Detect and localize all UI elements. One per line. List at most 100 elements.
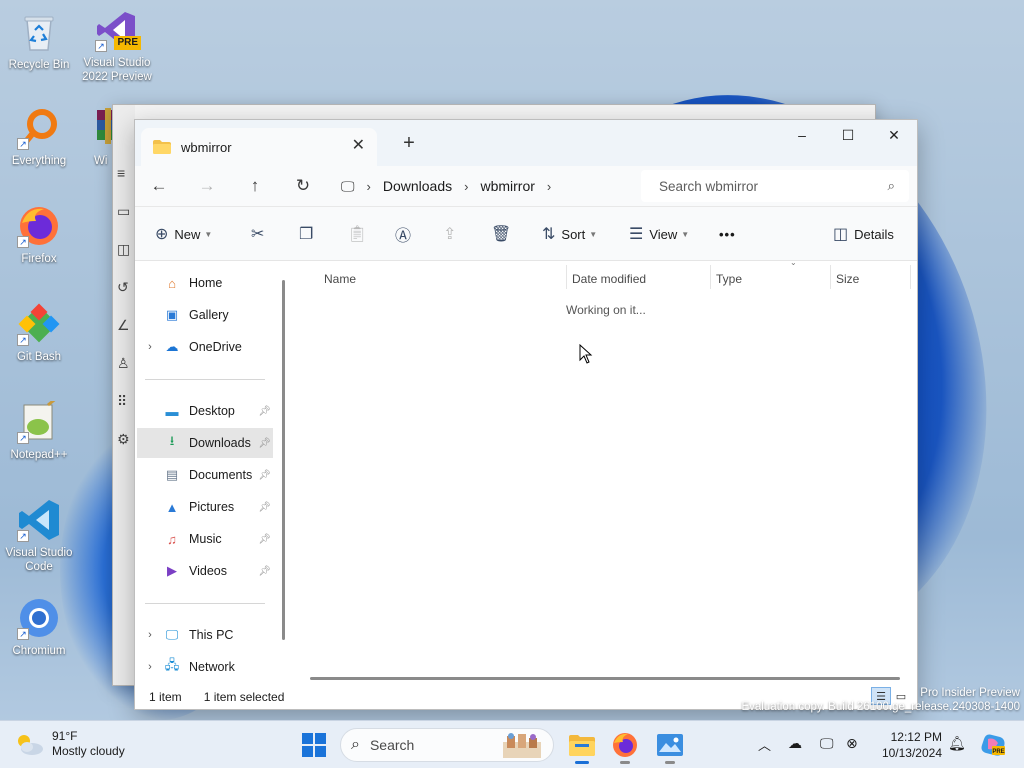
up-button[interactable]: ↑	[231, 170, 279, 202]
sidebar-item-network[interactable]: › 🖧 Network	[137, 652, 273, 682]
sidebar-item-downloads[interactable]: ⭳ Downloads 📌︎	[137, 428, 273, 458]
pin-icon[interactable]: 📌︎	[258, 566, 271, 577]
close-button[interactable]: ✕	[871, 120, 917, 150]
tab-wbmirror[interactable]: wbmirror ✕	[141, 128, 377, 166]
desktop-icon-recycle-bin[interactable]: Recycle Bin	[1, 10, 77, 72]
sidebar-item-desktop[interactable]: ▬ Desktop 📌︎	[137, 396, 273, 426]
pin-icon[interactable]: 📌︎	[258, 534, 271, 545]
visual-studio-icon: PRE ↗	[95, 8, 141, 52]
network-disconnected-icon[interactable]: ⊗	[846, 735, 858, 752]
column-header-type[interactable]: Type	[716, 267, 742, 291]
back-button[interactable]: ←	[135, 170, 183, 202]
more-options-button[interactable]: •••	[719, 207, 736, 261]
cloud-offline-icon[interactable]: ☁	[788, 735, 802, 752]
refresh-button[interactable]: ↻	[279, 170, 327, 202]
pin-icon[interactable]: 📌︎	[258, 470, 271, 481]
desktop-icon-everything[interactable]: ↗ Everything	[1, 106, 77, 168]
delete-button[interactable]: 🗑︎	[491, 207, 511, 261]
copilot-icon: PRE	[981, 734, 1005, 756]
column-header-name[interactable]: Name	[324, 267, 356, 291]
expand-chevron-icon[interactable]: ›	[137, 629, 163, 641]
column-separator[interactable]	[566, 265, 567, 289]
breadcrumb-chevron-icon[interactable]: ›	[367, 179, 371, 194]
file-explorer-window[interactable]: wbmirror ✕ + – ☐ ✕ ← → ↑ ↻ 🖵 › Downloads…	[134, 119, 918, 710]
taskbar-firefox[interactable]	[607, 727, 643, 764]
desktop-icon-chromium[interactable]: ↗ Chromium	[1, 596, 77, 658]
column-separator[interactable]	[710, 265, 711, 289]
sidebar-item-label: Documents	[189, 468, 253, 482]
notification-bell-icon[interactable]: 🔔︎	[948, 735, 966, 752]
running-indicator	[620, 761, 630, 764]
breadcrumb-downloads[interactable]: Downloads	[383, 178, 452, 194]
sidebar-item-onedrive[interactable]: › ☁ OneDrive	[137, 332, 273, 362]
windows-logo-icon	[302, 733, 326, 757]
taskbar-image-viewer[interactable]	[652, 727, 688, 764]
details-pane-button[interactable]: ◫ Details	[833, 207, 894, 261]
share-button[interactable]: ⇪	[443, 207, 456, 261]
display-icon[interactable]: 🖵	[820, 735, 834, 752]
copy-button[interactable]: ❐	[299, 207, 313, 261]
minimize-button[interactable]: –	[779, 120, 825, 150]
expand-chevron-icon[interactable]: ›	[137, 661, 163, 673]
column-header-size[interactable]: Size	[836, 267, 859, 291]
horizontal-scrollbar[interactable]	[310, 677, 900, 680]
system-clock[interactable]: 12:12 PM 10/13/2024	[874, 729, 942, 761]
running-indicator	[665, 761, 675, 764]
taskbar-search-box[interactable]: ⌕ Search	[340, 728, 554, 762]
sort-button[interactable]: ⇅ Sort ▼	[542, 207, 597, 261]
pin-icon[interactable]: 📌︎	[258, 406, 271, 417]
sidebar-item-videos[interactable]: ▶ Videos 📌︎	[137, 556, 273, 586]
details-label: Details	[854, 226, 894, 242]
desktop-icon-visual-studio[interactable]: PRE ↗ Visual Studio 2022 Preview	[79, 8, 155, 84]
taskbar-file-explorer[interactable]	[564, 727, 600, 764]
desktop-icon-firefox[interactable]: ↗ Firefox	[1, 204, 77, 266]
sidebar-item-gallery[interactable]: ▣ Gallery	[137, 300, 273, 330]
pin-icon[interactable]: 📌︎	[258, 438, 271, 449]
paste-button[interactable]: 📋︎	[347, 207, 367, 261]
desktop-icon-vscode[interactable]: ↗ Visual Studio Code	[1, 498, 77, 574]
desktop-icon-git-bash[interactable]: ↗ Git Bash	[1, 302, 77, 364]
rename-button[interactable]: Ⓐ	[395, 207, 411, 261]
desktop-icon-label: Notepad++	[10, 449, 68, 461]
cut-button[interactable]: ✂	[251, 207, 264, 261]
maximize-button[interactable]: ☐	[825, 120, 871, 150]
show-hidden-icons-chevron-icon[interactable]: ︿	[758, 735, 771, 754]
breadcrumb[interactable]: 🖵 › Downloads › wbmirror ›	[341, 166, 631, 206]
everything-search-icon: ↗	[17, 106, 61, 150]
desktop-icon-notepad-plus-plus[interactable]: ↗ Notepad++	[1, 400, 77, 462]
tab-close-button[interactable]: ✕	[352, 138, 365, 154]
sidebar-item-home[interactable]: ⌂ Home	[137, 268, 273, 298]
sidebar-item-music[interactable]: ♫ Music 📌︎	[137, 524, 273, 554]
desktop-icon-label: Git Bash	[16, 351, 62, 363]
navigation-pane-scrollbar[interactable]	[282, 280, 285, 640]
start-button[interactable]	[296, 727, 332, 763]
sidebar-item-label: Music	[189, 532, 222, 546]
breadcrumb-chevron-icon[interactable]: ›	[464, 179, 468, 194]
new-button[interactable]: ⊕ New ▼	[155, 207, 212, 261]
expand-chevron-icon[interactable]: ›	[137, 341, 163, 353]
column-header-date-modified[interactable]: Date modified	[572, 267, 646, 291]
new-tab-button[interactable]: +	[397, 132, 421, 155]
breadcrumb-chevron-icon[interactable]: ›	[547, 179, 551, 194]
search-input[interactable]: Search wbmirror ⌕	[641, 170, 909, 202]
sidebar-item-this-pc[interactable]: › 🖵 This PC	[137, 620, 273, 650]
column-separator[interactable]	[910, 265, 911, 289]
desktop-folder-icon: ▬	[165, 403, 179, 419]
menu-icon: ≡	[117, 165, 126, 181]
sidebar-item-pictures[interactable]: ▲ Pictures 📌︎	[137, 492, 273, 522]
file-list[interactable]: ⌄ Name Date modified Type Size Working o…	[290, 258, 917, 681]
sidebar-item-documents[interactable]: ▤ Documents 📌︎	[137, 460, 273, 490]
copilot-button[interactable]: PRE	[975, 727, 1011, 763]
grid-icon: ⠿	[117, 393, 128, 409]
view-button[interactable]: ☰ View ▼	[629, 207, 689, 261]
breadcrumb-wbmirror[interactable]: wbmirror	[480, 178, 534, 194]
divider	[145, 379, 265, 380]
chevron-down-icon: ▼	[204, 229, 213, 239]
pin-icon[interactable]: 📌︎	[258, 502, 271, 513]
weather-widget[interactable]: 91°F Mostly cloudy	[14, 729, 125, 759]
this-pc-monitor-icon[interactable]: 🖵	[341, 178, 355, 195]
forward-button[interactable]: →	[183, 170, 231, 202]
column-separator[interactable]	[830, 265, 831, 289]
title-bar[interactable]: wbmirror ✕ + – ☐ ✕	[135, 120, 917, 166]
downloads-icon: ⭳	[169, 433, 175, 448]
